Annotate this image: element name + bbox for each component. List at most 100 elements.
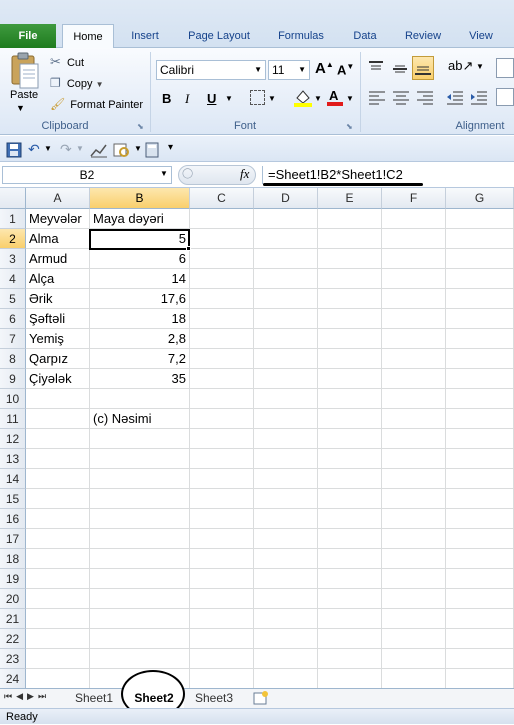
- cell-e16[interactable]: [318, 509, 382, 529]
- cell-f4[interactable]: [382, 269, 446, 289]
- cell-c17[interactable]: [190, 529, 254, 549]
- cell-e1[interactable]: [318, 209, 382, 229]
- cell-g10[interactable]: [446, 389, 514, 409]
- cell-d15[interactable]: [254, 489, 318, 509]
- cell-f5[interactable]: [382, 289, 446, 309]
- row-header[interactable]: 10: [0, 389, 26, 409]
- cell-f19[interactable]: [382, 569, 446, 589]
- cell-d1[interactable]: [254, 209, 318, 229]
- align-middle-icon[interactable]: [390, 58, 410, 81]
- cell-b14[interactable]: [90, 469, 190, 489]
- column-header-b[interactable]: B: [90, 188, 190, 209]
- cell-f23[interactable]: [382, 649, 446, 669]
- insert-function-button[interactable]: fx: [240, 166, 249, 182]
- font-size-select[interactable]: 11 ▼: [268, 60, 310, 80]
- font-color-dropdown-icon[interactable]: ▼: [346, 94, 354, 103]
- cell-c4[interactable]: [190, 269, 254, 289]
- cell-d19[interactable]: [254, 569, 318, 589]
- cell-a5[interactable]: Ərik: [26, 289, 90, 309]
- cell-b19[interactable]: [90, 569, 190, 589]
- cell-e13[interactable]: [318, 449, 382, 469]
- cell-d8[interactable]: [254, 349, 318, 369]
- cell-d4[interactable]: [254, 269, 318, 289]
- cell-a16[interactable]: [26, 509, 90, 529]
- cell-f11[interactable]: [382, 409, 446, 429]
- cell-d3[interactable]: [254, 249, 318, 269]
- cell-e22[interactable]: [318, 629, 382, 649]
- cell-g2[interactable]: [446, 229, 514, 249]
- cell-c23[interactable]: [190, 649, 254, 669]
- cell-e4[interactable]: [318, 269, 382, 289]
- cell-e23[interactable]: [318, 649, 382, 669]
- undo-dropdown-icon[interactable]: ▼: [44, 144, 52, 153]
- cell-c18[interactable]: [190, 549, 254, 569]
- grow-font-icon[interactable]: A▲: [315, 60, 334, 77]
- cell-e5[interactable]: [318, 289, 382, 309]
- print-preview-icon[interactable]: [112, 142, 132, 161]
- cell-c16[interactable]: [190, 509, 254, 529]
- italic-button[interactable]: I: [185, 91, 189, 107]
- cell-d9[interactable]: [254, 369, 318, 389]
- cell-f9[interactable]: [382, 369, 446, 389]
- row-header[interactable]: 22: [0, 629, 26, 649]
- row-header[interactable]: 15: [0, 489, 26, 509]
- cell-a4[interactable]: Alça: [26, 269, 90, 289]
- select-all-corner[interactable]: [0, 188, 26, 209]
- cell-c1[interactable]: [190, 209, 254, 229]
- shrink-font-icon[interactable]: A▼: [337, 62, 354, 77]
- cell-b12[interactable]: [90, 429, 190, 449]
- calculator-icon[interactable]: [145, 142, 159, 161]
- cell-f24[interactable]: [382, 669, 446, 689]
- cell-f17[interactable]: [382, 529, 446, 549]
- cell-d11[interactable]: [254, 409, 318, 429]
- cell-a19[interactable]: [26, 569, 90, 589]
- row-header[interactable]: 5: [0, 289, 26, 309]
- cell-e3[interactable]: [318, 249, 382, 269]
- cell-b20[interactable]: [90, 589, 190, 609]
- redo-dropdown-icon[interactable]: ▼: [76, 144, 84, 153]
- row-header[interactable]: 2: [0, 229, 26, 249]
- orientation-dropdown-icon[interactable]: ▼: [476, 62, 484, 71]
- cell-f7[interactable]: [382, 329, 446, 349]
- row-header[interactable]: 21: [0, 609, 26, 629]
- cell-c14[interactable]: [190, 469, 254, 489]
- cell-b13[interactable]: [90, 449, 190, 469]
- cell-b11[interactable]: (c) Nəsimi: [90, 409, 190, 429]
- cut-button[interactable]: ✂ Cut: [50, 54, 84, 70]
- cell-f10[interactable]: [382, 389, 446, 409]
- redo-icon[interactable]: ↷: [60, 141, 72, 158]
- chart-tool-icon[interactable]: [90, 142, 108, 161]
- name-box[interactable]: B2: [2, 166, 172, 184]
- cell-b3[interactable]: 6: [90, 249, 190, 269]
- column-header-a[interactable]: A: [26, 188, 90, 209]
- cell-f13[interactable]: [382, 449, 446, 469]
- cell-a14[interactable]: [26, 469, 90, 489]
- cell-b1[interactable]: Maya dəyəri: [90, 209, 190, 229]
- merge-center-icon[interactable]: [496, 88, 514, 106]
- row-header[interactable]: 4: [0, 269, 26, 289]
- cell-e18[interactable]: [318, 549, 382, 569]
- name-box-dropdown-icon[interactable]: ▼: [160, 169, 168, 178]
- row-header[interactable]: 19: [0, 569, 26, 589]
- fill-color-dropdown-icon[interactable]: ▼: [314, 94, 322, 103]
- cell-a6[interactable]: Şəftəli: [26, 309, 90, 329]
- cell-g4[interactable]: [446, 269, 514, 289]
- cell-b18[interactable]: [90, 549, 190, 569]
- cell-e24[interactable]: [318, 669, 382, 689]
- cell-c20[interactable]: [190, 589, 254, 609]
- tab-page-layout[interactable]: Page Layout: [180, 24, 258, 48]
- row-header[interactable]: 6: [0, 309, 26, 329]
- cell-c21[interactable]: [190, 609, 254, 629]
- cell-b16[interactable]: [90, 509, 190, 529]
- cell-f14[interactable]: [382, 469, 446, 489]
- increase-indent-icon[interactable]: [470, 89, 488, 108]
- undo-icon[interactable]: ↶: [28, 141, 40, 158]
- cell-a3[interactable]: Armud: [26, 249, 90, 269]
- cell-c3[interactable]: [190, 249, 254, 269]
- paste-button[interactable]: [8, 52, 42, 92]
- row-header[interactable]: 18: [0, 549, 26, 569]
- cell-a20[interactable]: [26, 589, 90, 609]
- tab-view[interactable]: View: [460, 24, 502, 48]
- customize-qat-icon[interactable]: ▾: [168, 142, 173, 153]
- cell-f1[interactable]: [382, 209, 446, 229]
